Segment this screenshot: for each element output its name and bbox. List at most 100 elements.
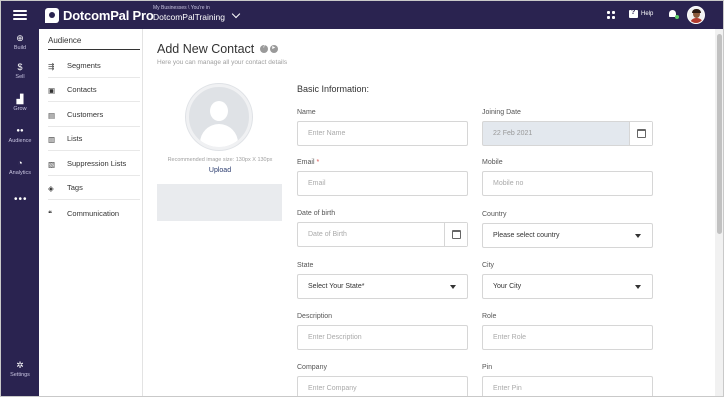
state-label: State <box>297 262 314 269</box>
rail-item-grow[interactable]: ▟ Grow <box>1 94 39 112</box>
user-avatar[interactable] <box>687 6 705 24</box>
name-input[interactable]: Enter Name <box>297 121 468 146</box>
app-logo[interactable]: DotcomPal Pro <box>45 7 154 23</box>
audience-subnav: Audience ⇶ Segments ▣ Contacts ▤ Custome… <box>39 29 143 396</box>
page-subtitle: Here you can manage all your contact det… <box>157 59 288 66</box>
subnav-item-label: Contacts <box>67 85 97 94</box>
city-label: City <box>482 262 495 269</box>
dob-input[interactable]: Date of Birth <box>297 222 468 247</box>
section-title: Basic Information: <box>297 84 370 94</box>
description-label: Description <box>297 313 333 320</box>
notification-bell-icon[interactable] <box>668 9 679 19</box>
subnav-item-label: Tags <box>67 183 83 192</box>
apps-grid-icon[interactable] <box>607 11 615 19</box>
subnav-item-lists[interactable]: ▥ Lists <box>48 127 140 151</box>
name-label: Name <box>297 109 316 116</box>
joining-date-label: Joining Date <box>482 109 521 116</box>
subnav-item-communication[interactable]: ❝ Communication <box>48 201 140 225</box>
city-select[interactable]: Your City <box>482 274 653 299</box>
main-content: Add New Contact Here you can manage all … <box>143 29 715 396</box>
dollar-icon: $ <box>17 62 23 72</box>
subnav-item-suppression-lists[interactable]: ▧ Suppression Lists <box>48 152 140 176</box>
customers-icon: ▤ <box>48 110 56 120</box>
suppression-icon: ▧ <box>48 159 56 169</box>
email-field[interactable]: Email <box>297 171 468 196</box>
mobile-label: Mobile <box>482 159 503 166</box>
caret-down-icon <box>635 285 641 289</box>
business-name: DotcomPalTraining <box>153 12 225 22</box>
dob-placeholder: Date of Birth <box>308 231 347 238</box>
rail-label: Analytics <box>8 170 31 176</box>
play-circle-icon[interactable] <box>270 44 279 53</box>
pin-label: Pin <box>482 364 493 371</box>
role-label: Role <box>482 313 497 320</box>
caret-down-icon <box>450 285 456 289</box>
rail-label: Build <box>13 45 27 51</box>
business-switcher[interactable]: My Businesses \ You're in DotcomPalTrain… <box>153 5 225 23</box>
scrollbar-thumb[interactable] <box>717 34 722 234</box>
help-label: Help <box>641 11 654 17</box>
subnav-item-label: Segments <box>67 61 101 70</box>
rail-label: Audience <box>8 138 32 144</box>
help-circle-icon[interactable] <box>260 44 269 53</box>
calendar-icon[interactable] <box>444 223 467 246</box>
people-icon: ●● <box>16 128 24 134</box>
plus-circle-icon: ⊕ <box>16 33 24 43</box>
segments-icon: ⇶ <box>48 61 55 71</box>
hamburger-menu-icon[interactable] <box>13 10 27 20</box>
left-rail: ⊕ Build $ Sell ▟ Grow ●● Audience ◔ Anal… <box>1 29 39 396</box>
top-bar: DotcomPal Pro My Businesses \ You're in … <box>1 1 723 29</box>
subnav-item-contacts[interactable]: ▣ Contacts <box>48 78 140 102</box>
communication-icon: ❝ <box>48 209 53 218</box>
contacts-icon: ▣ <box>48 85 56 95</box>
mobile-input[interactable]: Mobile no <box>482 171 653 196</box>
subnav-item-label: Suppression Lists <box>67 159 127 168</box>
page-title: Add New Contact <box>157 42 280 56</box>
rail-item-settings[interactable]: ✲ Settings <box>1 360 39 378</box>
company-input[interactable]: Enter Company <box>297 376 468 396</box>
app-name: DotcomPal Pro <box>63 7 154 23</box>
page-title-text: Add New Contact <box>157 42 255 56</box>
rail-label: Sell <box>15 74 25 80</box>
rail-label: Settings <box>10 372 30 378</box>
rail-label: Grow <box>13 106 27 112</box>
subnav-item-segments[interactable]: ⇶ Segments <box>48 54 140 78</box>
lists-icon: ▥ <box>48 134 56 144</box>
joining-date-value: 22 Feb 2021 <box>493 130 533 137</box>
bar-chart-icon: ▟ <box>16 94 24 104</box>
calendar-icon[interactable] <box>629 122 652 145</box>
subnav-item-label: Lists <box>67 134 83 143</box>
city-value: Your City <box>493 283 522 290</box>
rail-item-analytics[interactable]: ◔ Analytics <box>1 158 39 176</box>
more-icon[interactable]: ••• <box>14 194 28 205</box>
chevron-down-icon[interactable] <box>231 9 241 19</box>
image-size-hint: Recommended image size: 130px X 130px <box>167 157 273 163</box>
subnav-item-tags[interactable]: ◈ Tags <box>48 176 140 200</box>
subnav-title: Audience <box>48 36 82 45</box>
state-select[interactable]: Select Your State* <box>297 274 468 299</box>
state-value: Select Your State* <box>308 283 365 290</box>
country-select[interactable]: Please select country <box>482 223 653 248</box>
required-marker: * <box>316 159 320 166</box>
joining-date-input[interactable]: 22 Feb 2021 <box>482 121 653 146</box>
company-label: Company <box>297 364 327 371</box>
subnav-item-label: Customers <box>67 110 104 119</box>
tag-icon: ◈ <box>48 183 54 193</box>
subnav-item-label: Communication <box>67 208 120 218</box>
dob-label: Date of birth <box>297 210 336 217</box>
divider <box>48 49 140 50</box>
help-icon <box>629 9 638 18</box>
pin-input[interactable]: Enter Pin <box>482 376 653 396</box>
rail-item-sell[interactable]: $ Sell <box>1 62 39 80</box>
subnav-item-customers[interactable]: ▤ Customers <box>48 103 140 127</box>
email-label-text: Email <box>297 159 315 166</box>
rail-item-audience[interactable]: ●● Audience <box>1 126 39 144</box>
contact-photo-placeholder[interactable] <box>186 84 252 150</box>
role-input[interactable]: Enter Role <box>482 325 653 350</box>
placeholder-panel <box>157 184 282 221</box>
rail-item-build[interactable]: ⊕ Build <box>1 33 39 51</box>
help-button[interactable]: Help <box>629 9 654 18</box>
caret-down-icon <box>635 234 641 238</box>
upload-link[interactable]: Upload <box>157 167 283 174</box>
description-input[interactable]: Enter Description <box>297 325 468 350</box>
